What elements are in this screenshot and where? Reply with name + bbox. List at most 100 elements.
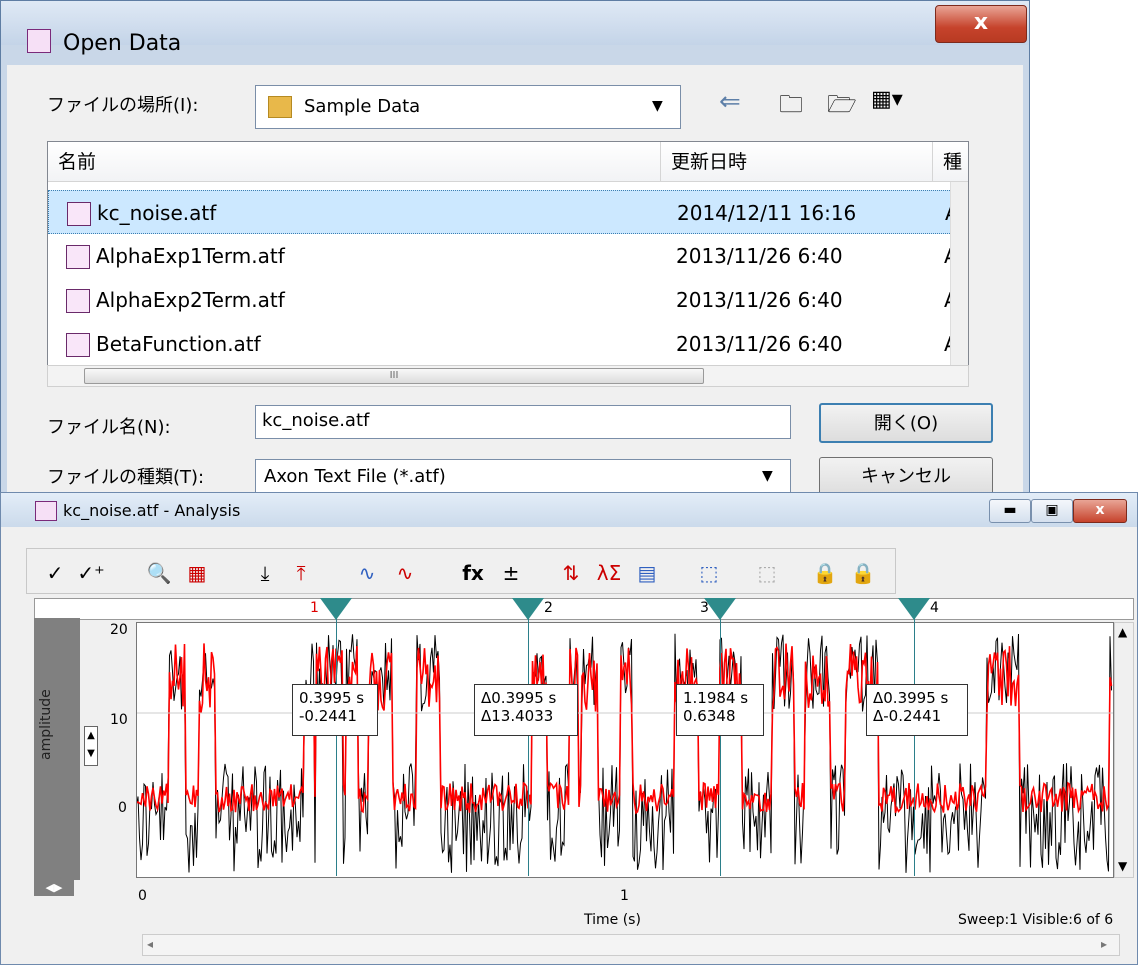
cursor-number-1: 1 <box>310 600 319 616</box>
app-icon <box>27 29 51 53</box>
cursor-readout-value: Δ-0.2441 <box>873 707 942 725</box>
lock-cursors-34-icon[interactable]: 🔒 <box>844 554 882 592</box>
cursor-number-4: 4 <box>930 600 939 616</box>
cursor-handle-2[interactable] <box>512 598 544 620</box>
baseline-icon[interactable]: ⤓ <box>246 554 284 592</box>
y-scale-spinner[interactable]: ▲ ▼ <box>84 726 98 766</box>
column-name[interactable]: 名前 <box>48 142 660 182</box>
statistics-icon[interactable]: λΣ <box>590 554 628 592</box>
cursor-readout-value: -0.2441 <box>299 707 357 725</box>
x-tick-label: 0 <box>138 888 147 904</box>
file-date: 2013/11/26 6:40 <box>676 288 843 312</box>
maximize-button[interactable]: ▣ <box>1031 499 1073 523</box>
cursor-handle-1[interactable] <box>320 598 352 620</box>
filetype-value: Axon Text File (*.atf) <box>264 466 446 487</box>
app-icon <box>35 501 57 521</box>
file-icon <box>67 202 91 226</box>
filename-label: ファイル名(N): <box>47 417 171 438</box>
filename-field[interactable]: kc_noise.atf <box>255 405 791 439</box>
location-value: Sample Data <box>304 96 421 117</box>
file-name: kc_noise.atf <box>97 201 217 225</box>
event-icon[interactable]: ⇅ <box>552 554 590 592</box>
plot-vertical-scrollbar[interactable]: ▲ ▼ <box>1114 622 1134 878</box>
scroll-left-icon[interactable]: ◂ <box>147 937 153 951</box>
arithmetic-icon[interactable]: ± <box>492 554 530 592</box>
plot-horizontal-scrollbar[interactable]: ◂ ▸ <box>142 934 1120 956</box>
new-folder-icon[interactable]: 🗁 <box>827 87 857 128</box>
y-axis-label: amplitude <box>38 689 54 760</box>
window-close-button[interactable]: x <box>1073 499 1127 523</box>
cursor-line-4[interactable] <box>914 614 915 876</box>
histogram-icon[interactable]: ∿ <box>348 554 386 592</box>
file-row[interactable]: BetaFunction.atf 2013/11/26 6:40 A <box>48 322 968 366</box>
file-date: 2013/11/26 6:40 <box>676 244 843 268</box>
x-tick-label: 1 <box>620 888 629 904</box>
cursor-handle-4[interactable] <box>898 598 930 620</box>
cursor-readout-4: Δ0.3995 s Δ-0.2441 <box>866 684 968 736</box>
cursor-readout-value: Δ13.4033 <box>481 707 554 725</box>
open-data-dialog: Open Data x ファイルの場所(I): Sample Data ▼ ⇐ … <box>0 0 1030 510</box>
close-button[interactable]: x <box>935 5 1027 43</box>
toolbar-check-plus-button[interactable]: ✓⁺ <box>72 554 110 592</box>
scroll-down-icon[interactable]: ▼ <box>1118 859 1127 873</box>
file-list: 名前 更新日時 種 kc_noise.atf 2014/12/11 16:16 … <box>47 141 969 379</box>
cursor-number-3: 3 <box>700 600 709 616</box>
cursor-line-1[interactable] <box>336 614 337 876</box>
column-date[interactable]: 更新日時 <box>660 142 932 182</box>
filetype-select[interactable]: Axon Text File (*.atf) ▼ <box>255 459 791 495</box>
cursor-line-2[interactable] <box>528 614 529 876</box>
toolbar-check-button[interactable]: ✓ <box>36 554 74 592</box>
file-row[interactable]: AlphaExp1Term.atf 2013/11/26 6:40 A <box>48 234 968 278</box>
cursor-number-2: 2 <box>544 600 553 616</box>
peak-icon[interactable]: ⤒ <box>282 554 320 592</box>
copy-icon[interactable]: ⬚ <box>748 554 786 592</box>
cancel-button[interactable]: キャンセル <box>819 457 993 497</box>
zoom-icon[interactable]: 🔍 <box>140 554 178 592</box>
lock-cursors-12-icon[interactable]: 🔒 <box>806 554 844 592</box>
cursor-readout-time: 1.1984 s <box>683 689 749 707</box>
scroll-up-icon[interactable]: ▲ <box>1118 625 1127 639</box>
column-type[interactable]: 種 <box>932 142 968 182</box>
cursor-line-3[interactable] <box>720 614 721 876</box>
plot-area[interactable] <box>136 622 1114 878</box>
location-combo[interactable]: Sample Data ▼ <box>255 85 681 129</box>
cursor-readout-value: 0.6348 <box>683 707 736 725</box>
folder-icon <box>268 96 292 118</box>
chevron-down-icon[interactable]: ▼ <box>762 468 773 484</box>
dialog-title: Open Data <box>63 31 182 56</box>
horizontal-scrollbar[interactable]: III <box>47 365 969 387</box>
file-date: 2013/11/26 6:40 <box>676 332 843 356</box>
fx-icon[interactable]: fx <box>454 554 492 592</box>
y-tick-label: 10 <box>110 712 128 728</box>
y-tick-label: 0 <box>118 800 127 816</box>
scroll-thumb[interactable]: III <box>84 368 704 384</box>
decay-icon[interactable]: ∿ <box>386 554 424 592</box>
file-icon <box>66 245 90 269</box>
file-name: AlphaExp2Term.atf <box>96 288 285 312</box>
back-arrow-icon[interactable]: ⇐ <box>719 87 741 117</box>
fit-icon[interactable]: ▦ <box>178 554 216 592</box>
filetype-label: ファイルの種類(T): <box>47 467 205 488</box>
file-row[interactable]: kc_noise.atf 2014/12/11 16:16 A <box>48 190 968 234</box>
vertical-scrollbar[interactable] <box>950 182 968 378</box>
view-menu-icon[interactable]: ▦▾ <box>871 87 903 112</box>
cursor-readout-time: Δ0.3995 s <box>481 689 557 707</box>
export-icon[interactable]: ⬚ <box>690 554 728 592</box>
cursor-readout-3: 1.1984 s 0.6348 <box>676 684 764 736</box>
y-tick-label: 20 <box>110 622 128 638</box>
analysis-title: kc_noise.atf - Analysis <box>63 501 241 520</box>
open-button[interactable]: 開く(O) <box>819 403 993 443</box>
minimize-button[interactable]: ▬ <box>989 499 1031 523</box>
cursor-readout-2: Δ0.3995 s Δ13.4033 <box>474 684 578 736</box>
scroll-right-icon[interactable]: ▸ <box>1101 937 1107 951</box>
x-scale-spinner[interactable]: ◀▶ <box>34 880 74 896</box>
file-name: AlphaExp1Term.atf <box>96 244 285 268</box>
file-name: BetaFunction.atf <box>96 332 261 356</box>
results-icon[interactable]: ▤ <box>628 554 666 592</box>
cursor-readout-time: Δ0.3995 s <box>873 689 949 707</box>
chevron-down-icon[interactable]: ▼ <box>652 98 663 114</box>
file-row[interactable]: AlphaExp2Term.atf 2013/11/26 6:40 A <box>48 278 968 322</box>
file-icon <box>66 289 90 313</box>
file-icon <box>66 333 90 357</box>
up-folder-icon[interactable]: 🗀 <box>779 87 803 128</box>
